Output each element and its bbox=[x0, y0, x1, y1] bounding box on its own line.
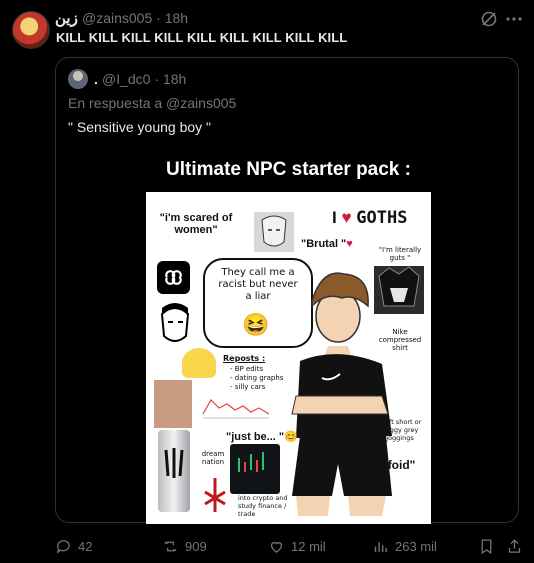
meme-goths-line: I ♥ GOTHS bbox=[332, 208, 408, 228]
share-icon bbox=[508, 539, 521, 553]
meme-image[interactable]: Ultimate NPC starter pack : "i'm scared … bbox=[146, 148, 431, 524]
meme-title: Ultimate NPC starter pack : bbox=[146, 148, 431, 192]
heart-icon: ♥ bbox=[341, 208, 352, 227]
bookmark-button[interactable] bbox=[478, 538, 495, 555]
meme-compressed-text: Nike compressed shirt bbox=[378, 328, 422, 352]
repost-count: 909 bbox=[185, 539, 207, 554]
quoted-post[interactable]: . @I_dc0 · 18h En respuesta a @zains005 … bbox=[55, 57, 519, 524]
meme-foid-text: "foid" bbox=[382, 458, 416, 472]
share-button[interactable] bbox=[506, 538, 523, 555]
berserk-brand-icon bbox=[204, 478, 226, 512]
quoted-display-name[interactable]: . bbox=[94, 71, 98, 87]
face-photo-image bbox=[154, 380, 192, 428]
display-name[interactable]: زين bbox=[55, 9, 78, 27]
meme-just-be-text: "just be... "😊 bbox=[226, 431, 298, 443]
avatar[interactable] bbox=[12, 11, 50, 49]
reply-icon bbox=[56, 540, 70, 554]
propeller-hat-cat-image bbox=[182, 348, 216, 378]
smile-emoji-icon: 😊 bbox=[284, 431, 298, 443]
grok-icon[interactable] bbox=[480, 10, 498, 33]
quoted-handle-and-time[interactable]: @I_dc0 · 18h bbox=[102, 71, 186, 87]
trading-phone-image bbox=[230, 444, 280, 494]
reply-button[interactable]: 42 bbox=[55, 538, 92, 555]
like-button[interactable]: 12 mil bbox=[268, 538, 326, 555]
npc-character-drawing bbox=[282, 246, 402, 524]
meme-reposts-item: - dating graphs bbox=[230, 374, 284, 382]
quoted-text: " Sensitive young boy " bbox=[68, 119, 212, 135]
meme-reposts-item: - BP edits bbox=[230, 365, 264, 373]
dating-graph-image bbox=[201, 394, 271, 420]
heart-outline-icon bbox=[270, 542, 283, 553]
repost-icon bbox=[164, 541, 177, 552]
bookmark-icon bbox=[481, 539, 492, 555]
handle-and-time[interactable]: @zains005 · 18h bbox=[82, 10, 188, 26]
repost-button[interactable]: 909 bbox=[162, 538, 207, 555]
reply-context[interactable]: En respuesta a @zains005 bbox=[68, 95, 236, 111]
post-text: KILL KILL KILL KILL KILL KILL KILL KILL … bbox=[56, 30, 348, 45]
views-count: 263 mil bbox=[395, 539, 437, 554]
quoted-avatar[interactable] bbox=[68, 69, 88, 89]
chad-face-drawing bbox=[156, 300, 194, 346]
meme-dream-nation-text: dream nation bbox=[201, 450, 225, 466]
views-button[interactable]: 263 mil bbox=[372, 538, 437, 555]
laughing-emoji-icon: 😆 bbox=[242, 312, 270, 337]
meme-scared-text: "i'm scared of women" bbox=[159, 212, 233, 236]
like-count: 12 mil bbox=[291, 539, 326, 554]
analytics-icon bbox=[374, 542, 387, 553]
meme-reposts-item: - silly cars bbox=[230, 383, 266, 391]
meme-crypto-text: into crypto and study finance / trade bbox=[238, 494, 288, 518]
meme-reposts-title: Reposts : bbox=[223, 354, 266, 363]
more-options-icon[interactable] bbox=[505, 10, 523, 33]
threads-logo-icon bbox=[157, 261, 190, 294]
meme-reposts-list: - BP edits - dating graphs - silly cars bbox=[230, 365, 283, 392]
reply-count: 42 bbox=[78, 539, 93, 554]
energy-drink-can-image bbox=[158, 430, 190, 512]
meme-shorts-text: 10 ft short or baggy grey joggings bbox=[378, 418, 422, 442]
